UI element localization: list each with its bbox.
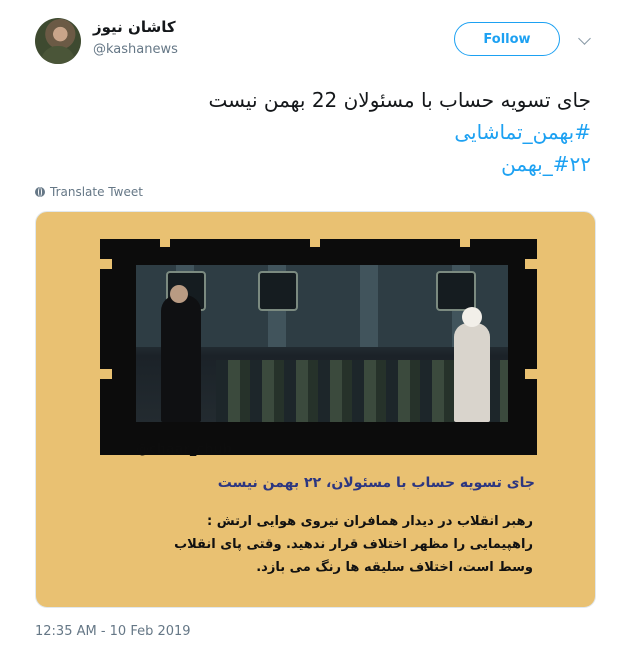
author-display-name[interactable]: کاشان نیوز xyxy=(93,18,176,36)
frame-notch xyxy=(100,369,112,379)
frame-notch xyxy=(160,239,170,247)
follow-button[interactable]: Follow xyxy=(454,22,560,56)
calligraphy-plaque xyxy=(436,271,476,311)
figure-head xyxy=(170,285,188,303)
image-watermark: @chaar_chub xyxy=(136,442,232,457)
card-title: جای تسویه حساب با مسئولان، ۲۲ بهمن نیست xyxy=(217,475,535,491)
media-card[interactable]: @chaar_chub جای تسویه حساب با مسئولان، ۲… xyxy=(35,211,596,608)
quote-line: راهپیمایی را مظهر اختلاف قرار ندهید. وقت… xyxy=(174,537,533,552)
frame-notch xyxy=(310,239,320,247)
translate-label[interactable]: Translate Tweet xyxy=(50,185,143,199)
tweet-header: کاشان نیوز @kashanews Follow xyxy=(0,0,627,70)
frame-notch xyxy=(525,259,537,269)
chevron-down-icon[interactable] xyxy=(578,32,591,45)
globe-icon xyxy=(35,187,45,197)
card-quote: رهبر انقلاب در دیدار همافران نیروی هوایی… xyxy=(93,510,533,579)
author-handle[interactable]: @kashanews xyxy=(93,42,178,57)
tweet-text: جای تسویه حساب با مسئولان 22 بهمن نیست #… xyxy=(51,84,591,180)
standing-figure xyxy=(161,295,201,422)
hashtag-link[interactable]: #۲۲_بهمن xyxy=(51,148,591,180)
frame-notch xyxy=(100,259,112,269)
quote-line: وسط است، اختلاف سلیقه ها رنگ می بازد. xyxy=(256,560,533,575)
tweet-timestamp[interactable]: 12:35 AM - 10 Feb 2019 xyxy=(35,624,191,639)
avatar-figure xyxy=(41,46,75,64)
figure-head xyxy=(462,307,482,327)
frame-notch xyxy=(460,239,470,247)
avatar[interactable] xyxy=(35,18,81,64)
hashtag-link[interactable]: #بهمن_تماشایی xyxy=(51,116,591,148)
calligraphy-plaque xyxy=(258,271,298,311)
news-photo xyxy=(136,265,508,422)
frame-notch xyxy=(525,369,537,379)
saluting-figure xyxy=(454,323,490,422)
tweet-body: جای تسویه حساب با مسئولان 22 بهمن نیست xyxy=(208,88,591,112)
translate-tweet-link[interactable]: Translate Tweet xyxy=(35,185,143,199)
quote-line: رهبر انقلاب در دیدار همافران نیروی هوایی… xyxy=(207,514,533,529)
